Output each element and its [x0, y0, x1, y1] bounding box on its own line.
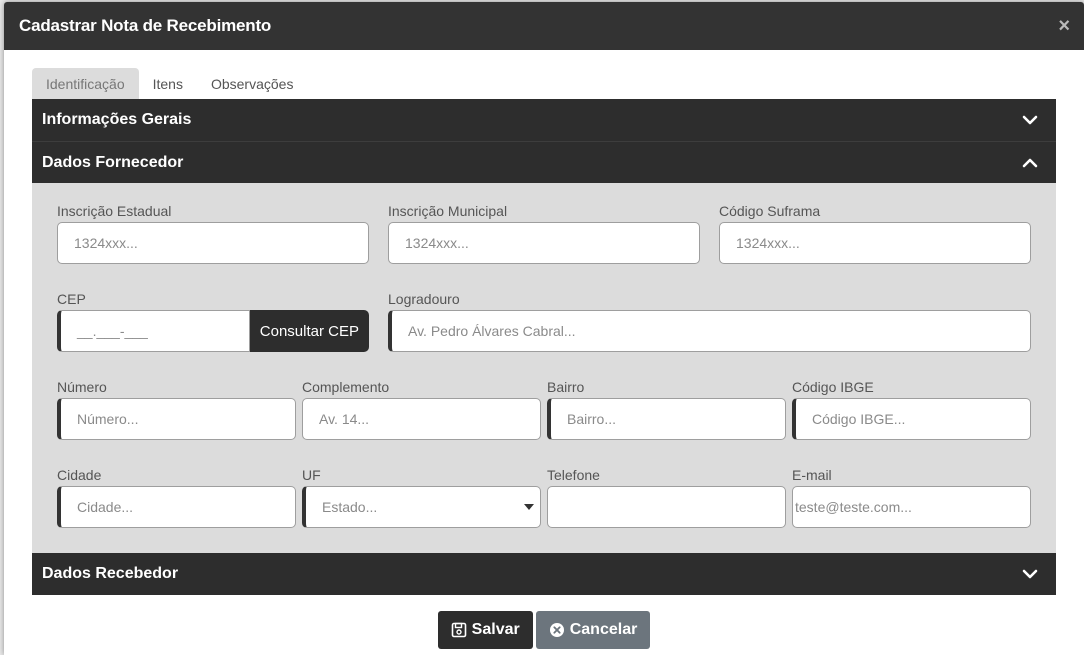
field-label: Código Suframa [719, 203, 821, 219]
chevron-up-icon [1022, 158, 1038, 167]
modal-title: Cadastrar Nota de Recebimento [19, 16, 272, 35]
codigo-suframa-input[interactable]: 1324xxx... [719, 222, 1031, 264]
email-input[interactable]: teste@teste.com... [792, 486, 1031, 528]
field-inscricao-municipal: Inscrição Municipal 1324xxx... [388, 203, 700, 264]
close-icon[interactable]: × [1058, 16, 1070, 36]
field-telefone: Telefone [547, 467, 786, 528]
save-button[interactable]: Salvar [437, 611, 533, 649]
field-numero: Número Número... [57, 379, 296, 440]
accordion-dados-recebedor: Dados Recebedor [32, 553, 1056, 595]
section-header-dados-fornecedor[interactable]: Dados Fornecedor [32, 141, 1056, 183]
save-button-label: Salvar [471, 621, 520, 638]
field-label: E-mail [792, 467, 832, 483]
field-label: Logradouro [388, 291, 460, 307]
field-label: Cidade [57, 467, 102, 483]
bairro-input[interactable]: Bairro... [547, 398, 786, 440]
section-title: Informações Gerais [42, 111, 192, 128]
cancel-button-label: Cancelar [569, 621, 638, 638]
codigo-ibge-input[interactable]: Código IBGE... [792, 398, 1031, 440]
modal-header: Cadastrar Nota de Recebimento × [4, 2, 1084, 50]
section-title: Dados Recebedor [42, 565, 179, 582]
section-title: Dados Fornecedor [42, 153, 184, 171]
field-cidade: Cidade Cidade... [57, 467, 296, 528]
uf-select[interactable]: Estado... [302, 486, 541, 528]
field-codigo-suframa: Código Suframa 1324xxx... [719, 203, 1031, 264]
field-label: Complemento [302, 379, 390, 395]
telefone-input[interactable] [547, 486, 786, 528]
floppy-disk-icon [451, 622, 466, 638]
accordion-informacoes-gerais: Informações Gerais [32, 99, 1056, 141]
field-uf: UF Estado... [302, 467, 541, 528]
section-header-dados-recebedor[interactable]: Dados Recebedor [32, 553, 1056, 595]
tab-observacoes[interactable]: Observações [197, 68, 307, 99]
chevron-down-icon [1022, 569, 1038, 579]
uf-selected-value: Estado... [322, 499, 378, 515]
modal-footer: Salvar Cancelar [4, 611, 1084, 649]
field-label: Inscrição Municipal [388, 203, 508, 219]
inscricao-estadual-input[interactable]: 1324xxx... [57, 222, 369, 264]
consultar-cep-button[interactable]: Consultar CEP [249, 310, 369, 352]
logradouro-input[interactable]: Av. Pedro Álvares Cabral... [388, 310, 1031, 352]
tab-itens[interactable]: Itens [139, 68, 197, 99]
field-bairro: Bairro Bairro... [547, 379, 786, 440]
cidade-input[interactable]: Cidade... [57, 486, 296, 528]
section-panel-dados-fornecedor: Inscrição Estadual 1324xxx... Inscrição … [32, 183, 1056, 553]
cep-input[interactable]: __.___-___ [57, 310, 250, 352]
field-label: Inscrição Estadual [57, 203, 172, 219]
field-codigo-ibge: Código IBGE Código IBGE... [792, 379, 1031, 440]
field-inscricao-estadual: Inscrição Estadual 1324xxx... [57, 203, 369, 264]
register-receipt-modal: Cadastrar Nota de Recebimento × Identifi… [4, 2, 1084, 655]
tab-bar: Identificação Itens Observações [32, 68, 307, 99]
cancel-button[interactable]: Cancelar [535, 611, 651, 649]
field-cep: CEP __.___-___ Consultar CEP [57, 291, 369, 352]
tab-identificacao[interactable]: Identificação [32, 68, 139, 99]
field-logradouro: Logradouro Av. Pedro Álvares Cabral... [388, 291, 1031, 352]
numero-input[interactable]: Número... [57, 398, 296, 440]
complemento-input[interactable]: Av. 14... [302, 398, 541, 440]
section-header-informacoes-gerais[interactable]: Informações Gerais [32, 99, 1056, 141]
field-complemento: Complemento Av. 14... [302, 379, 541, 440]
field-label: Código IBGE [792, 379, 874, 395]
field-email: E-mail teste@teste.com... [792, 467, 1031, 528]
field-label: CEP [57, 291, 86, 307]
field-label: Bairro [547, 379, 585, 395]
chevron-down-icon [1022, 115, 1038, 125]
cep-input-group: __.___-___ Consultar CEP [57, 310, 369, 352]
accordion-dados-fornecedor: Dados Fornecedor Inscrição Estadual 1324… [32, 141, 1056, 553]
inscricao-municipal-input[interactable]: 1324xxx... [388, 222, 700, 264]
field-label: Número [57, 379, 107, 395]
circle-x-icon [549, 623, 564, 637]
caret-down-icon [524, 504, 534, 510]
field-label: UF [302, 467, 321, 483]
field-label: Telefone [547, 467, 600, 483]
